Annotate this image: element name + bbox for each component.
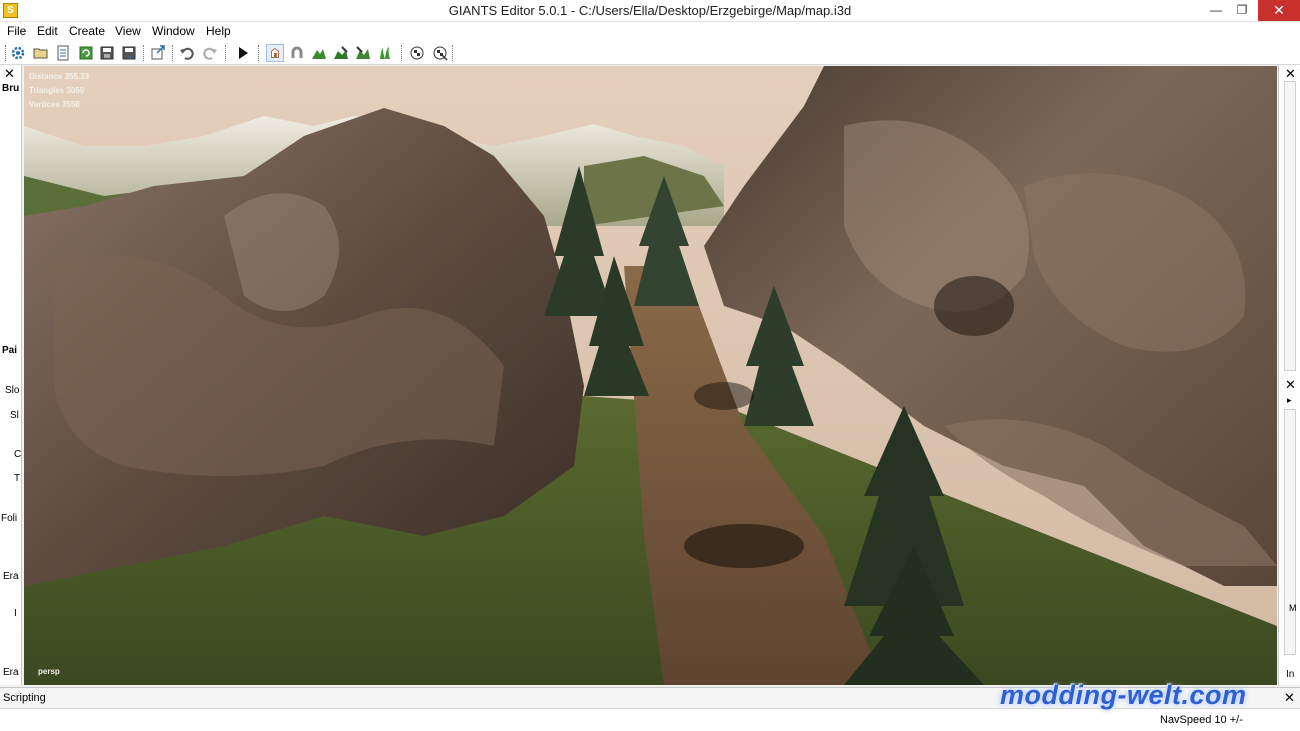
toolbar bbox=[0, 41, 1300, 65]
menu-create[interactable]: Create bbox=[69, 24, 105, 38]
left-panel-close-icon[interactable]: ✕ bbox=[4, 67, 15, 80]
info-label: I bbox=[14, 608, 17, 619]
chevron-right-icon[interactable]: ▸ bbox=[1287, 395, 1292, 406]
menu-file[interactable]: File bbox=[7, 24, 26, 38]
magnet-icon[interactable] bbox=[288, 44, 306, 62]
open-icon[interactable] bbox=[32, 44, 50, 62]
restore-icon[interactable]: ❐ bbox=[1228, 0, 1256, 21]
foliage-paint-icon[interactable] bbox=[354, 44, 372, 62]
slope-label: Slo bbox=[5, 385, 20, 396]
distance-stat: Distance 355.33 bbox=[29, 72, 90, 81]
close-icon[interactable]: ✕ bbox=[1258, 0, 1300, 21]
erase-label-2: Era bbox=[3, 667, 19, 678]
undo-icon[interactable] bbox=[178, 44, 196, 62]
terrain-paint-icon[interactable] bbox=[332, 44, 350, 62]
terrain-sculpt-icon[interactable] bbox=[310, 44, 328, 62]
grass-paint-icon[interactable] bbox=[376, 44, 394, 62]
3d-viewport[interactable]: Distance 355.33 Triangles 3059 Vertices … bbox=[24, 66, 1277, 685]
texture-label: T bbox=[14, 473, 21, 484]
brush-section-label: Bru bbox=[2, 83, 20, 94]
right-panel-label-m: M bbox=[1289, 603, 1297, 613]
slope-sub-label: Sl bbox=[10, 410, 19, 421]
minimize-icon[interactable]: — bbox=[1202, 0, 1230, 21]
redo-icon[interactable] bbox=[201, 44, 219, 62]
menu-bar: File Edit Create View Window Help bbox=[0, 22, 1300, 41]
erase-label: Era bbox=[3, 571, 19, 582]
select-icon[interactable] bbox=[266, 44, 284, 62]
left-panel: ✕ Bru Pai Slo Sl C T Foli Era I Era bbox=[0, 65, 22, 685]
menu-edit[interactable]: Edit bbox=[37, 24, 58, 38]
export-icon[interactable] bbox=[149, 44, 167, 62]
scripting-close-icon[interactable]: ✕ bbox=[1284, 691, 1295, 704]
settings-icon[interactable] bbox=[9, 44, 27, 62]
watermark-logo: modding-welt.com bbox=[1000, 680, 1247, 710]
title-bar: S GIANTS Editor 5.0.1 - C:/Users/Ella/De… bbox=[0, 0, 1300, 22]
save-list-icon[interactable] bbox=[54, 44, 72, 62]
right-panel-scrollbar[interactable] bbox=[1284, 81, 1296, 371]
save-icon[interactable] bbox=[98, 44, 116, 62]
triangles-stat: Triangles 3059 bbox=[29, 86, 85, 95]
right-panel-label-in: In bbox=[1286, 669, 1295, 680]
color-label: C bbox=[14, 449, 22, 460]
refresh-icon[interactable] bbox=[77, 44, 95, 62]
viewport-stats: Distance 355.33 Triangles 3059 Vertices … bbox=[29, 70, 89, 112]
right-panel-close-icon[interactable]: ✕ bbox=[1285, 67, 1296, 80]
terrain-scene bbox=[24, 66, 1277, 685]
camera-label: persp bbox=[38, 667, 60, 676]
play-icon[interactable] bbox=[234, 44, 252, 62]
scripting-label: Scripting bbox=[3, 692, 46, 704]
foliage-label: Foli bbox=[1, 513, 18, 524]
window-title: GIANTS Editor 5.0.1 - C:/Users/Ella/Desk… bbox=[448, 3, 852, 18]
paint-section-label: Pai bbox=[2, 345, 18, 356]
vertices-stat: Vertices 3558 bbox=[29, 100, 80, 109]
menu-help[interactable]: Help bbox=[206, 24, 231, 38]
checker-cursor-icon[interactable] bbox=[431, 44, 449, 62]
right-panel-scrollbar-2[interactable] bbox=[1284, 409, 1296, 655]
menu-view[interactable]: View bbox=[115, 24, 141, 38]
right-panel: ✕ ✕ ▸ M In bbox=[1278, 65, 1300, 685]
scripting-console[interactable] bbox=[0, 708, 1300, 731]
save-all-icon[interactable] bbox=[120, 44, 138, 62]
right-panel-close-icon-2[interactable]: ✕ bbox=[1285, 378, 1296, 391]
menu-window[interactable]: Window bbox=[152, 24, 195, 38]
navspeed-status: NavSpeed 10 +/- bbox=[1160, 714, 1243, 726]
checker-icon[interactable] bbox=[408, 44, 426, 62]
